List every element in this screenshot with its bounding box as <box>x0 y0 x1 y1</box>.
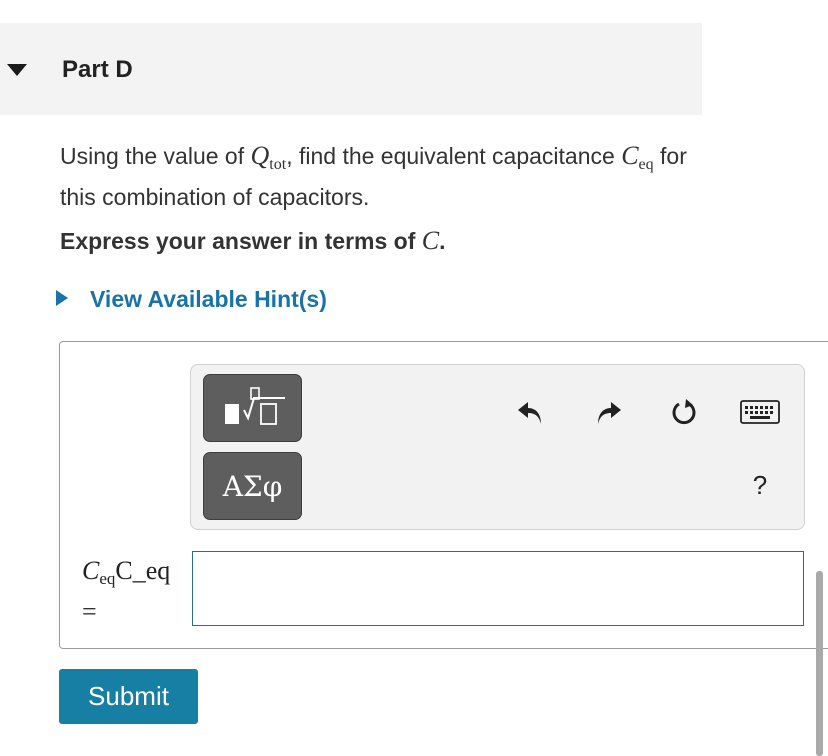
equals-sign: = <box>82 597 97 626</box>
scrollbar[interactable] <box>816 571 823 756</box>
answer-label: CeqC_eq <box>82 556 171 588</box>
collapse-caret-icon[interactable] <box>7 64 27 76</box>
caret-right-icon[interactable] <box>56 290 68 306</box>
c-eq-symbol: Ceq <box>621 141 654 173</box>
question-text-1: Using the value of <box>60 143 245 169</box>
submit-button[interactable]: Submit <box>59 669 198 724</box>
part-title: Part D <box>62 56 133 83</box>
keyboard-icon <box>740 400 780 424</box>
q-tot-symbol: Qtot <box>250 141 287 173</box>
reset-button[interactable] <box>666 394 702 430</box>
help-button[interactable]: ? <box>745 470 775 504</box>
templates-button[interactable] <box>203 374 302 442</box>
instruction-variable: C <box>421 226 440 255</box>
question-text-2: , find the equivalent capacitance <box>286 143 615 169</box>
reset-icon <box>672 399 696 425</box>
undo-button[interactable] <box>513 394 549 430</box>
redo-button[interactable] <box>590 394 626 430</box>
answer-label-alt: C_eq <box>115 556 171 585</box>
greek-symbols-button[interactable]: ΑΣφ <box>203 452 302 520</box>
keyboard-button[interactable] <box>740 394 780 430</box>
instruction: Express your answer in terms of C. <box>60 226 446 255</box>
question-text: Using the value of Qtot, find the equiva… <box>60 140 700 213</box>
answer-input[interactable] <box>192 551 804 626</box>
view-hints-link[interactable]: View Available Hint(s) <box>90 286 327 313</box>
redo-icon <box>598 402 621 424</box>
undo-icon <box>518 402 541 424</box>
templates-icon <box>224 387 285 425</box>
